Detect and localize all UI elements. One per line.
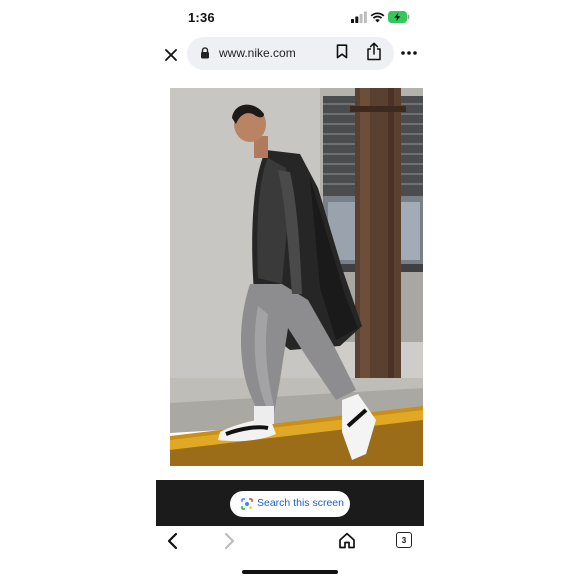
lens-icon [241,498,253,510]
search-this-screen-button[interactable]: Search this screen [230,491,350,517]
browser-toolbar: www.nike.com [0,36,580,74]
tab-count: 3 [396,532,412,548]
wifi-icon [370,12,385,23]
bottom-navigation: 3 [0,528,580,558]
search-this-screen-label: Search this screen [257,497,344,509]
lock-icon [201,47,209,59]
tabs-button[interactable]: 3 [396,532,412,548]
hero-product-photo [170,88,423,466]
back-icon[interactable] [166,532,178,550]
hero-photo-illustration [170,88,423,466]
more-icon[interactable] [400,46,418,60]
close-icon [165,49,177,61]
bookmark-icon[interactable] [336,44,348,59]
battery-charging-icon [388,11,410,23]
home-indicator[interactable] [242,570,338,574]
status-bar: 1:36 [0,0,580,36]
signal-icon [351,11,367,23]
url-text: www.nike.com [219,46,296,60]
share-icon[interactable] [366,42,382,61]
address-bar[interactable]: www.nike.com [187,37,394,70]
status-time: 1:36 [188,10,215,25]
close-button[interactable] [160,44,182,66]
forward-icon[interactable] [224,532,236,550]
home-icon[interactable] [338,532,356,549]
screen-search-bar: Search this screen [156,480,424,526]
